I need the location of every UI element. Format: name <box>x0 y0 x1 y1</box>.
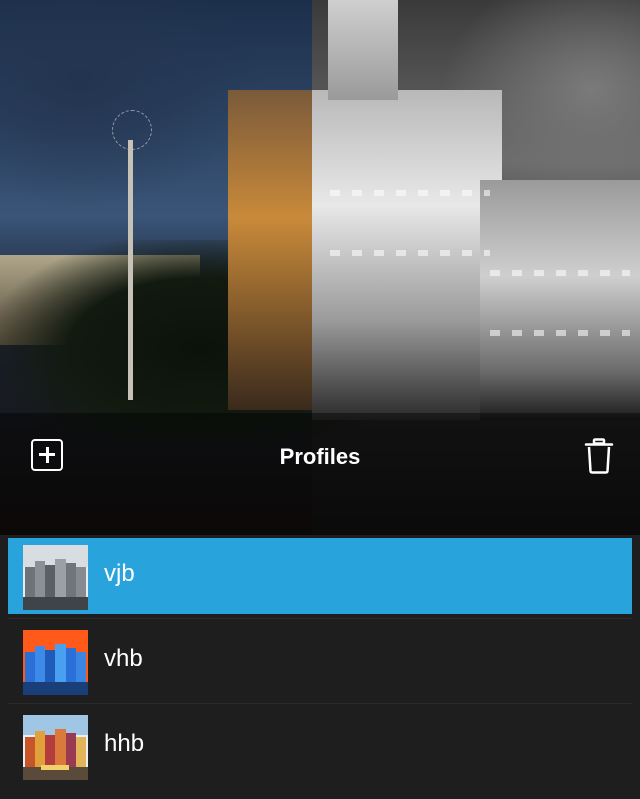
profile-name: hhb <box>104 730 145 757</box>
profile-thumbnail <box>23 545 88 610</box>
profiles-toolbar <box>0 413 640 535</box>
photo-tower <box>328 0 398 100</box>
profile-row-vhb[interactable]: vhb <box>8 623 632 699</box>
trash-icon <box>584 438 614 474</box>
list-divider <box>8 703 632 704</box>
photo-windows <box>330 250 490 256</box>
add-profile-button[interactable] <box>31 439 63 471</box>
page-title: Profiles <box>279 444 361 469</box>
profile-thumbnail <box>23 715 88 780</box>
photo-building-wing <box>480 180 640 420</box>
delete-profile-button[interactable] <box>584 438 614 474</box>
profiles-list: vjb vhb hhb <box>0 535 640 799</box>
photo-building-lit <box>228 90 312 410</box>
profile-thumbnail <box>23 630 88 695</box>
profile-name: vjb <box>104 560 135 587</box>
profile-name: vhb <box>104 645 143 672</box>
list-divider <box>8 618 632 619</box>
photo-windows <box>490 330 630 336</box>
photo-lamppost <box>128 140 133 400</box>
profile-row-vjb[interactable]: vjb <box>8 538 632 614</box>
photo-windows <box>330 190 490 196</box>
photo-windows <box>490 270 630 276</box>
profile-row-hhb[interactable]: hhb <box>8 708 632 784</box>
